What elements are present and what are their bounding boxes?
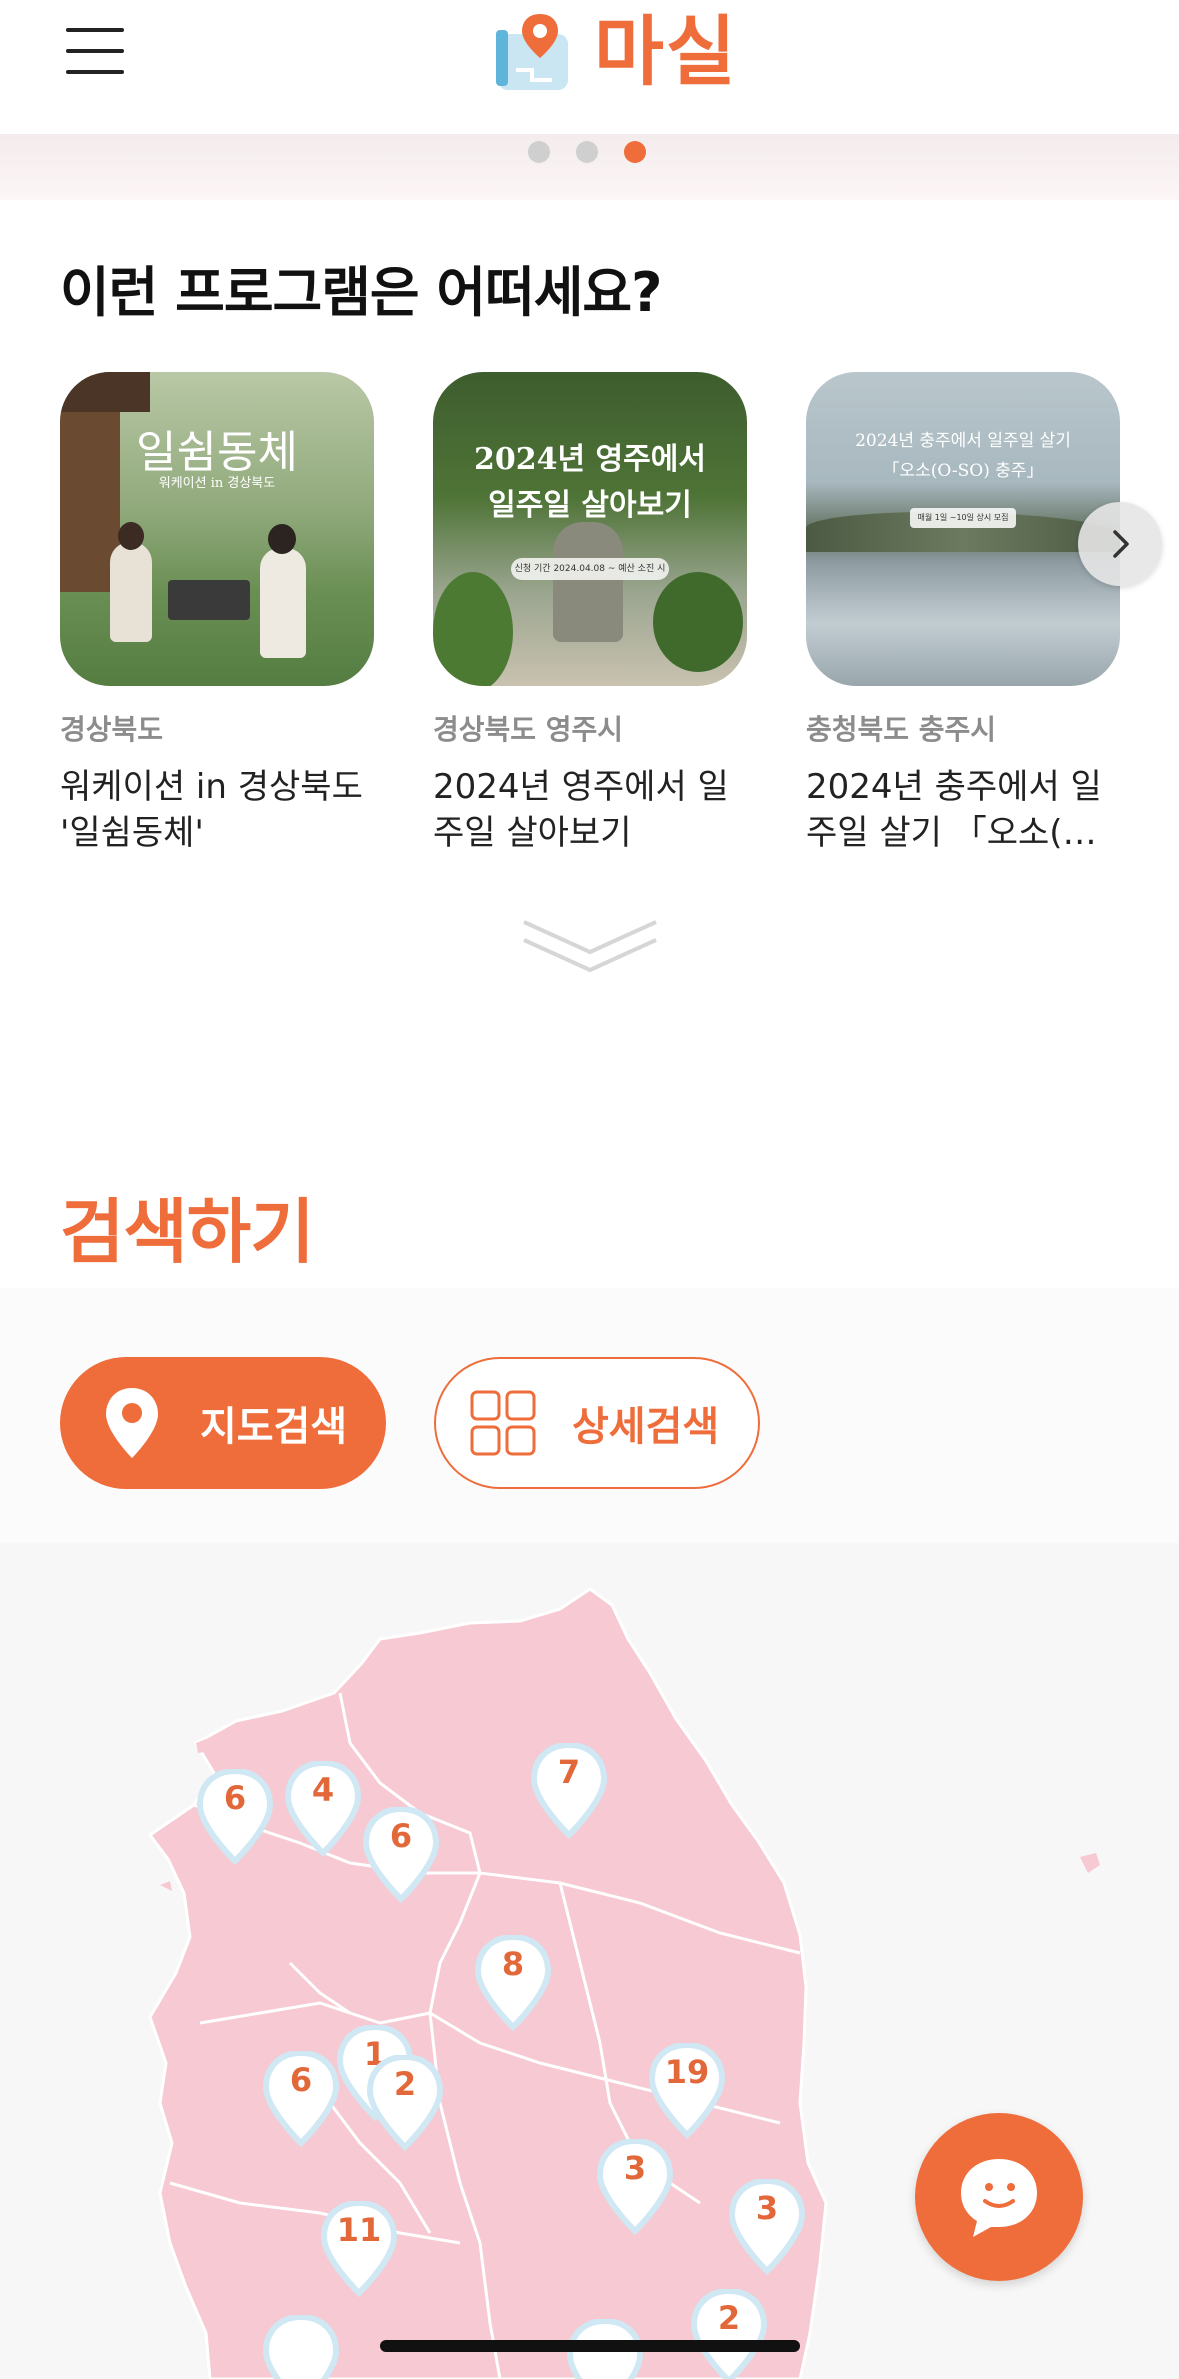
map-pin-logo-icon xyxy=(496,14,568,90)
map-search-label: 지도검색 xyxy=(200,1404,348,1450)
map-cluster-pin[interactable]: 3 xyxy=(596,2137,674,2236)
section-title: 이런 프로그램은 어떠세요? xyxy=(60,261,662,324)
pin-count: 7 xyxy=(557,1753,581,1791)
image-subtitle: 워케이션 in 경상북도 xyxy=(158,476,276,491)
program-title-line: 2024년 충주에서 일 xyxy=(806,767,1102,807)
carousel-dot[interactable] xyxy=(576,141,598,163)
program-title-line: 주일 살아보기 xyxy=(433,813,632,853)
search-section-title: 검색하기 xyxy=(60,1191,315,1273)
pin-count: 6 xyxy=(289,2061,313,2099)
chevron-right-icon xyxy=(1113,530,1129,558)
pin-count: 6 xyxy=(389,1817,413,1855)
app-logo[interactable]: 마실 xyxy=(492,10,738,94)
image-title: 일쉼동체 xyxy=(136,427,298,478)
hamburger-menu-icon[interactable] xyxy=(66,28,124,74)
map-cluster-pin[interactable]: 3 xyxy=(728,2177,806,2276)
map-cluster-pin[interactable]: 2 xyxy=(690,2287,768,2379)
detail-search-button[interactable]: 상세검색 xyxy=(434,1357,760,1489)
map-cluster-pin[interactable]: 11 xyxy=(320,2199,398,2298)
program-region: 경상북도 xyxy=(60,713,164,746)
chat-bubble-smile-icon xyxy=(961,2159,1037,2237)
pin-count: 19 xyxy=(664,2053,710,2091)
map-cluster-pin[interactable]: 19 xyxy=(648,2041,726,2140)
map-cluster-pin[interactable]: 6 xyxy=(196,1767,274,1866)
program-title-line: 주일 살기 「오소(O-... xyxy=(806,813,1120,853)
carousel-dot-active[interactable] xyxy=(624,141,646,163)
chat-button[interactable] xyxy=(915,2113,1083,2281)
map-cluster-pin[interactable]: 7 xyxy=(530,1741,608,1840)
map-search-button[interactable]: 지도검색 xyxy=(60,1357,386,1489)
double-chevron-down-icon[interactable] xyxy=(520,912,660,976)
image-title: 2024년 영주에서 xyxy=(474,442,706,477)
pin-count: 2 xyxy=(717,2299,741,2337)
pin-count: 4 xyxy=(311,1771,335,1809)
program-region: 충청북도 충주시 xyxy=(806,713,997,746)
app-header: 마실 xyxy=(0,0,1179,134)
image-badge: 매월 1일 ~10일 상시 모집 xyxy=(910,508,1016,528)
map-cluster-pin[interactable]: 6 xyxy=(362,1805,440,1904)
program-title-line: 워케이션 in 경상북도 xyxy=(60,767,363,807)
program-title: 워케이션 in 경상북도 '일쉼동체' xyxy=(60,764,374,856)
program-region: 경상북도 영주시 xyxy=(433,713,624,746)
image-badge: 신청 기간 2024.04.08 ~ 예산 소진 시 xyxy=(511,558,669,580)
logo-text: 마실 xyxy=(594,7,738,96)
detail-search-label: 상세검색 xyxy=(572,1404,720,1450)
pin-count: 6 xyxy=(223,1779,247,1817)
map-pin-icon xyxy=(262,2313,340,2379)
map-cluster-pin[interactable]: 6 xyxy=(262,2049,340,2148)
map-cluster-pin[interactable] xyxy=(262,2313,340,2379)
carousel-next-button[interactable] xyxy=(1078,502,1162,586)
carousel-dot[interactable] xyxy=(528,141,550,163)
map-cluster-pin[interactable]: 2 xyxy=(366,2053,444,2152)
program-title-line: '일쉼동체' xyxy=(60,813,204,853)
carousel-dots xyxy=(528,141,646,163)
image-title: 2024년 충주에서 일주일 살기 xyxy=(855,431,1071,451)
home-indicator xyxy=(380,2340,800,2352)
program-card[interactable]: 일쉼동체 워케이션 in 경상북도 경상북도 워케이션 in 경상북도 '일쉼동… xyxy=(60,372,374,856)
program-card[interactable]: 2024년 충주에서 일주일 살기 「오소(O-SO) 충주」 매월 1일 ~1… xyxy=(806,372,1120,856)
pin-count: 8 xyxy=(501,1945,525,1983)
program-title: 2024년 충주에서 일 주일 살기 「오소(O-... xyxy=(806,764,1120,856)
pin-count: 2 xyxy=(393,2065,417,2103)
map-cluster-pin[interactable]: 8 xyxy=(474,1933,552,2032)
image-title: 일주일 살아보기 xyxy=(488,488,692,523)
program-title: 2024년 영주에서 일 주일 살아보기 xyxy=(433,764,747,856)
grid-icon xyxy=(470,1390,536,1456)
pin-count: 3 xyxy=(623,2149,647,2187)
pin-count: 11 xyxy=(336,2211,382,2249)
pin-count: 3 xyxy=(755,2189,779,2227)
program-title-line: 2024년 영주에서 일 xyxy=(433,767,729,807)
program-image: 일쉼동체 워케이션 in 경상북도 xyxy=(60,372,374,686)
map-cluster-pin[interactable]: 4 xyxy=(284,1759,362,1858)
image-title: 「오소(O-SO) 충주」 xyxy=(882,461,1044,481)
program-card[interactable]: 2024년 영주에서 일주일 살아보기 신청 기간 2024.04.08 ~ 예… xyxy=(433,372,747,856)
location-pin-icon xyxy=(106,1388,158,1458)
program-image: 2024년 영주에서 일주일 살아보기 신청 기간 2024.04.08 ~ 예… xyxy=(433,372,747,686)
program-image: 2024년 충주에서 일주일 살기 「오소(O-SO) 충주」 매월 1일 ~1… xyxy=(806,372,1120,686)
